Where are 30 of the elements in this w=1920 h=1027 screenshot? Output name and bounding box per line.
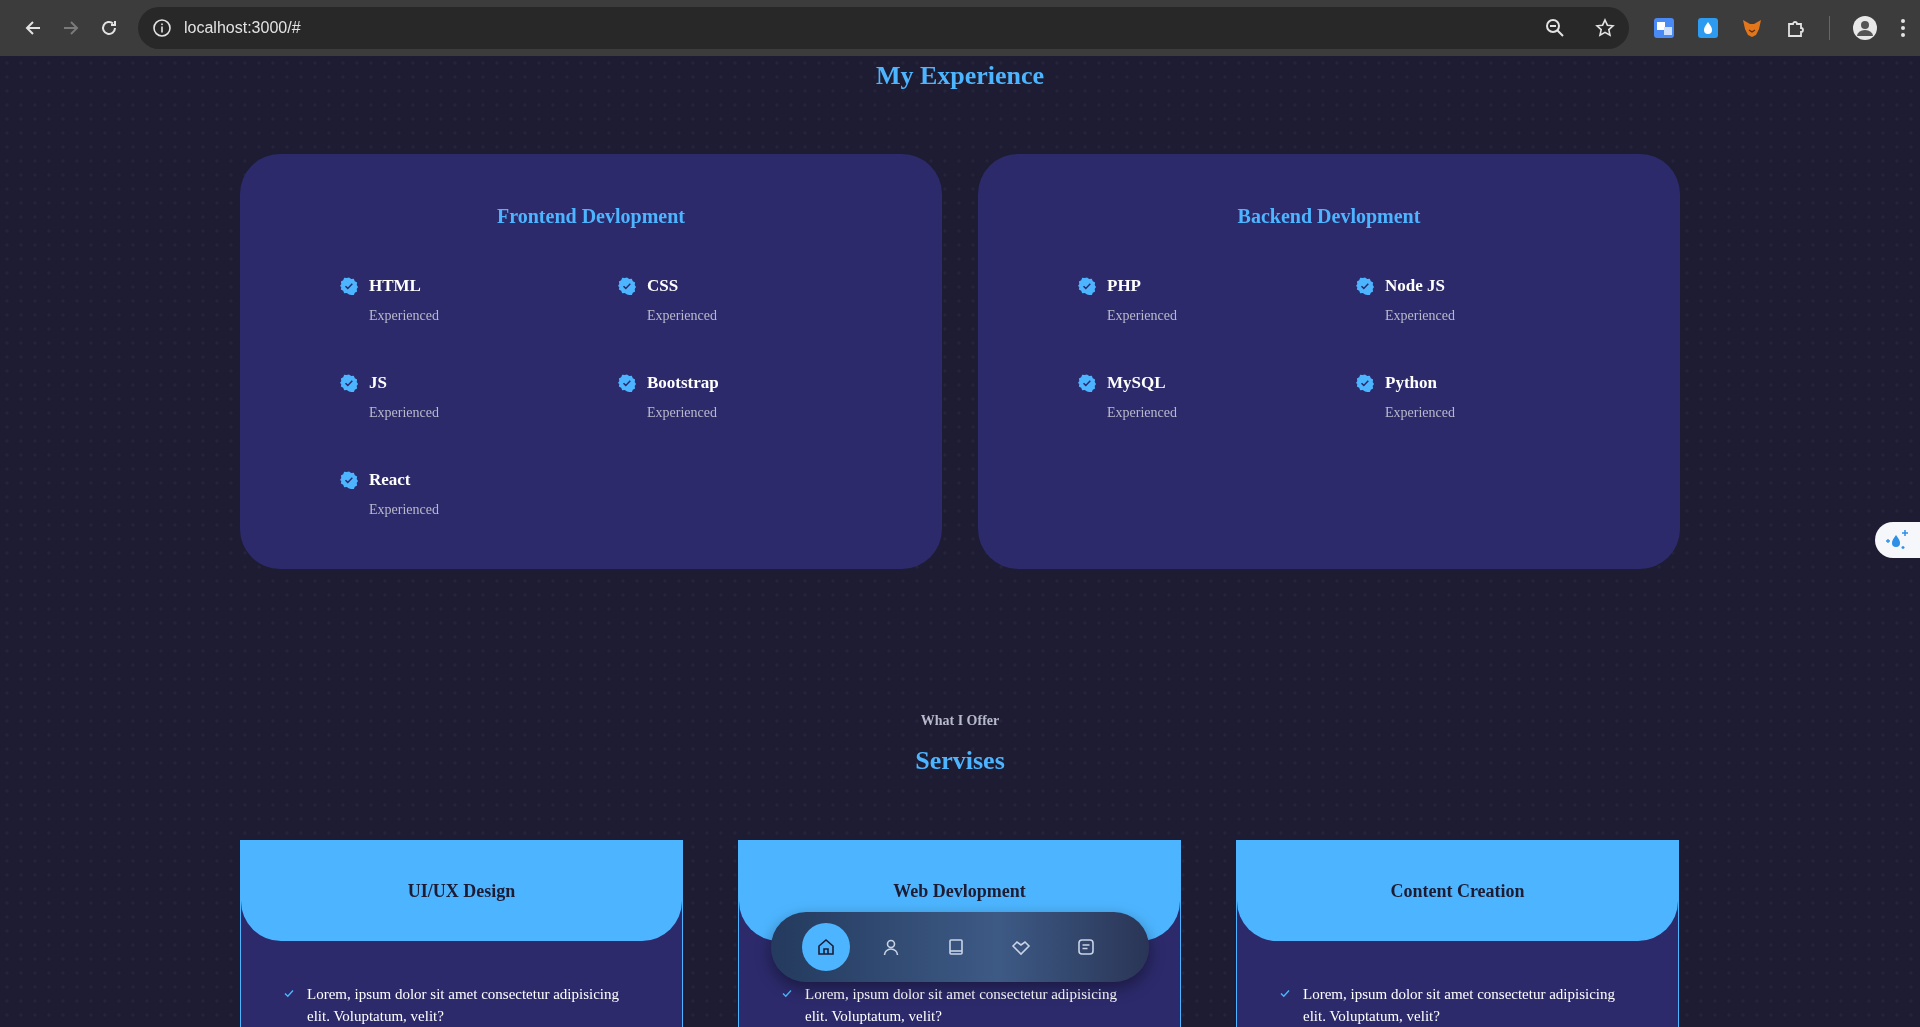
skill-name: CSS: [647, 275, 679, 297]
service-card-header: UI/UX Design: [241, 841, 682, 941]
section-subtitle: What I Offer: [919, 712, 1001, 730]
skill-name: JS: [369, 372, 387, 394]
skill-name: PHP: [1107, 275, 1141, 297]
url-text: localhost:3000/#: [184, 19, 302, 37]
card-title: Frontend Devlopment: [496, 204, 686, 228]
service-point: Lorem, ipsum dolor sit amet consectetur adipisicing elit. Voluptatum, velit?: [1303, 985, 1616, 1026]
skill-name: MySQL: [1107, 372, 1166, 394]
skill-level-text: Experienced: [647, 404, 717, 422]
skill-level-text: Experienced: [1107, 404, 1177, 422]
skill-level-text: Experienced: [1107, 307, 1177, 325]
skill-level-text: Experienced: [369, 307, 439, 325]
skill-name: Python: [1385, 372, 1437, 394]
skill-level-text: Experienced: [647, 307, 717, 325]
skill-name: Node JS: [1385, 275, 1445, 297]
service-card-header: Content Creation: [1237, 841, 1678, 941]
address-bar[interactable]: localhost:3000/#: [138, 7, 1629, 49]
skill-level-text: Experienced: [369, 404, 439, 422]
section-title: My Experience: [874, 60, 1046, 91]
skill-level-text: Experienced: [1385, 307, 1455, 325]
skill-level-text: Experienced: [369, 501, 439, 519]
card-title: Backend Devlopment: [1236, 204, 1422, 228]
skill-name: HTML: [369, 275, 421, 297]
service-point: Lorem, ipsum dolor sit amet consectetur adipisicing elit. Voluptatum, velit?: [307, 985, 620, 1026]
service-point: Lorem, ipsum dolor sit amet consectetur adipisicing elit. Voluptatum, velit?: [805, 985, 1118, 1026]
section-title: Servises: [914, 746, 1006, 776]
skill-name: Bootstrap: [647, 372, 719, 394]
skill-name: React: [369, 469, 411, 491]
skill-level-text: Experienced: [1385, 404, 1455, 422]
